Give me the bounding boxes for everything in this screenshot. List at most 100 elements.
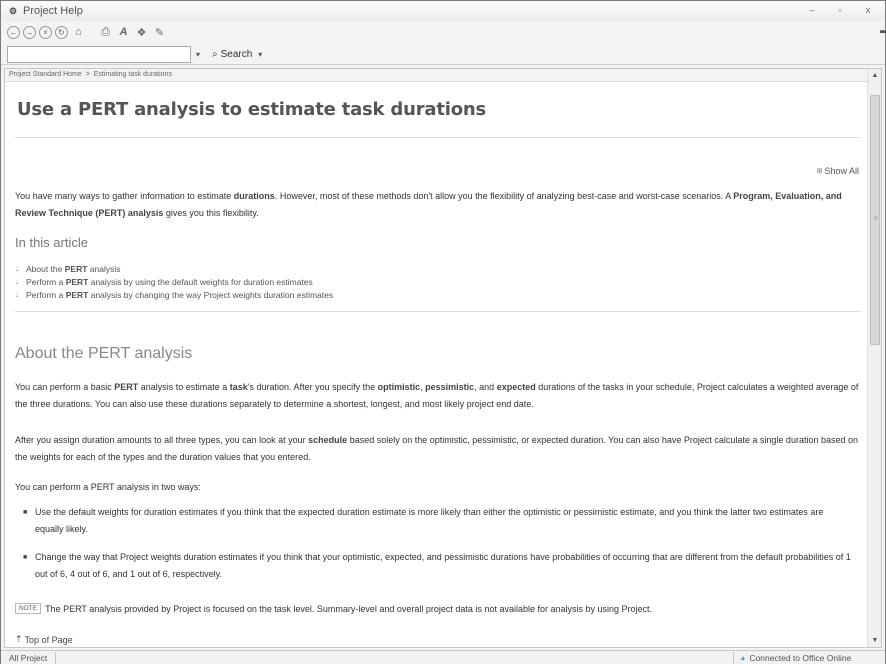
- status-bar: All Project ◕ Connected to Office Online: [1, 650, 885, 664]
- bold-term: durations: [233, 191, 275, 201]
- search-icon: ⌕: [212, 49, 218, 60]
- breadcrumb: Project Standard Home > Estimating task …: [5, 69, 867, 82]
- vertical-scrollbar[interactable]: ▲ ≡ ▼: [867, 69, 881, 647]
- stop-icon[interactable]: ×: [39, 25, 52, 39]
- text-run: analysis by changing the way Project wei…: [88, 289, 334, 300]
- text-run: 's duration. After you specify the: [247, 382, 378, 392]
- bullet-icon: ■: [23, 509, 28, 516]
- toc-link-label: Perform a PERT analysis by changing the …: [26, 290, 333, 300]
- pin-icon[interactable]: ✎: [152, 25, 167, 40]
- search-scope-dropdown-icon[interactable]: ▾: [191, 46, 205, 63]
- list-item-text: Change the way that Project weights dura…: [35, 552, 851, 579]
- globe-icon: ◕: [740, 653, 746, 663]
- down-arrow-icon: ↓: [15, 264, 19, 273]
- title-bar: ⚙ Project Help – ▫ x: [1, 1, 885, 21]
- back-icon[interactable]: ←: [7, 25, 20, 39]
- window-title: Project Help: [23, 5, 83, 17]
- home-icon[interactable]: ⌂: [71, 25, 86, 40]
- text-run: After you assign duration amounts to all…: [15, 435, 309, 445]
- show-all-link[interactable]: ⊞ Show All: [817, 166, 859, 176]
- toolbar: ← → × ↻ ⌂ ⎙ A ❖ ✎ ▬: [1, 21, 886, 43]
- text-run: You can perform a basic: [15, 382, 115, 392]
- bullet-icon: ■: [23, 554, 28, 561]
- text-size-icon[interactable]: A: [116, 25, 131, 40]
- note-text: The PERT analysis provided by Project is…: [45, 603, 653, 614]
- toolbar-grip-icon: ▬: [880, 25, 886, 35]
- divider: [15, 311, 861, 312]
- bold-term: PERT: [114, 382, 139, 392]
- text-run: , and: [474, 382, 497, 392]
- top-of-page-link[interactable]: ⇡ Top of Page: [15, 634, 73, 645]
- about-paragraph-2: After you assign duration amounts to all…: [15, 432, 861, 466]
- toc-link-about[interactable]: ↓ About the PERT analysis: [15, 262, 861, 275]
- text-run: You have many ways to gather information…: [15, 191, 234, 201]
- search-input[interactable]: [7, 46, 191, 63]
- text-run: analysis to estimate a: [138, 382, 230, 392]
- toc-link-change-weights[interactable]: ↓ Perform a PERT analysis by changing th…: [15, 288, 861, 301]
- search-button-label: Search: [220, 49, 253, 60]
- connection-status[interactable]: ◕ Connected to Office Online: [733, 652, 885, 664]
- window-controls: – ▫ x: [803, 3, 877, 17]
- print-icon[interactable]: ⎙: [98, 25, 113, 40]
- scroll-up-icon[interactable]: ▲: [868, 69, 881, 82]
- bold-term: expected: [496, 382, 536, 392]
- bold-term: PERT: [65, 289, 89, 300]
- text-run: Perform a: [26, 276, 66, 287]
- note-callout: NOTE The PERT analysis provided by Proje…: [15, 603, 652, 614]
- up-arrow-icon: ⇡: [15, 634, 23, 644]
- text-run: analysis by using the default weights fo…: [88, 276, 313, 287]
- article-page: Use a PERT analysis to estimate task dur…: [5, 83, 867, 647]
- about-paragraph-3: You can perform a PERT analysis in two w…: [15, 482, 201, 492]
- list-item: ■ Change the way that Project weights du…: [23, 549, 853, 583]
- down-arrow-icon: ↓: [15, 277, 19, 286]
- toc-list: ↓ About the PERT analysis ↓ Perform a PE…: [15, 262, 861, 301]
- text-run: analysis: [87, 263, 121, 274]
- help-book-icon: ⚙: [8, 5, 18, 16]
- search-button[interactable]: ⌕ Search ▾: [209, 46, 265, 63]
- search-bar: ▾ ⌕ Search ▾: [1, 45, 885, 65]
- toc-link-label: About the PERT analysis: [26, 264, 121, 274]
- list-item: ■ Use the default weights for duration e…: [23, 504, 853, 538]
- scroll-down-icon[interactable]: ▼: [868, 634, 881, 647]
- bold-term: PERT: [65, 276, 89, 287]
- text-run: gives you this flexibility.: [163, 208, 259, 218]
- intro-paragraph: You have many ways to gather information…: [15, 188, 861, 222]
- connection-status-label: Connected to Office Online: [749, 653, 852, 663]
- down-arrow-icon: ↓: [15, 290, 19, 299]
- chevron-down-icon[interactable]: ▾: [258, 50, 262, 59]
- breadcrumb-current: Estimating task durations: [93, 71, 172, 78]
- maximize-button[interactable]: ▫: [831, 3, 849, 17]
- divider: [15, 137, 859, 138]
- bold-term: schedule: [308, 435, 348, 445]
- page-title: Use a PERT analysis to estimate task dur…: [17, 99, 486, 120]
- refresh-icon[interactable]: ↻: [55, 25, 68, 39]
- toc-link-default-weights[interactable]: ↓ Perform a PERT analysis by using the d…: [15, 275, 861, 288]
- toc-link-label: Perform a PERT analysis by using the def…: [26, 277, 313, 287]
- expand-icon: ⊞: [816, 168, 823, 175]
- section-heading: About the PERT analysis: [15, 345, 193, 362]
- close-button[interactable]: x: [859, 3, 877, 17]
- thumb-grip-icon: ≡: [874, 216, 878, 222]
- breadcrumb-separator: >: [85, 71, 90, 78]
- list-item-text: Use the default weights for duration est…: [35, 507, 824, 534]
- about-paragraph-1: You can perform a basic PERT analysis to…: [15, 379, 861, 413]
- note-tag: NOTE: [15, 603, 42, 614]
- text-run: About the: [26, 263, 65, 274]
- text-run: Perform a: [26, 289, 66, 300]
- top-of-page-label: Top of Page: [24, 634, 73, 645]
- bold-term: pessimistic: [425, 382, 475, 392]
- help-window: ⚙ Project Help – ▫ x ← → × ↻ ⌂ ⎙ A ❖ ✎ ▬…: [0, 0, 886, 664]
- bold-term: optimistic: [377, 382, 421, 392]
- content-frame: Project Standard Home > Estimating task …: [4, 68, 882, 648]
- search-scope-status[interactable]: All Project: [3, 652, 57, 664]
- bold-term: PERT: [64, 263, 88, 274]
- breadcrumb-home-link[interactable]: Project Standard Home: [9, 71, 82, 78]
- bold-term: task: [229, 382, 248, 392]
- toc-icon[interactable]: ❖: [134, 25, 149, 40]
- text-run: . However, most of these methods don't a…: [274, 191, 734, 201]
- show-all-label: Show All: [824, 166, 859, 176]
- scroll-thumb[interactable]: ≡: [870, 95, 880, 345]
- minimize-button[interactable]: –: [803, 3, 821, 17]
- in-this-article-heading: In this article: [15, 235, 88, 250]
- forward-icon[interactable]: →: [23, 25, 36, 39]
